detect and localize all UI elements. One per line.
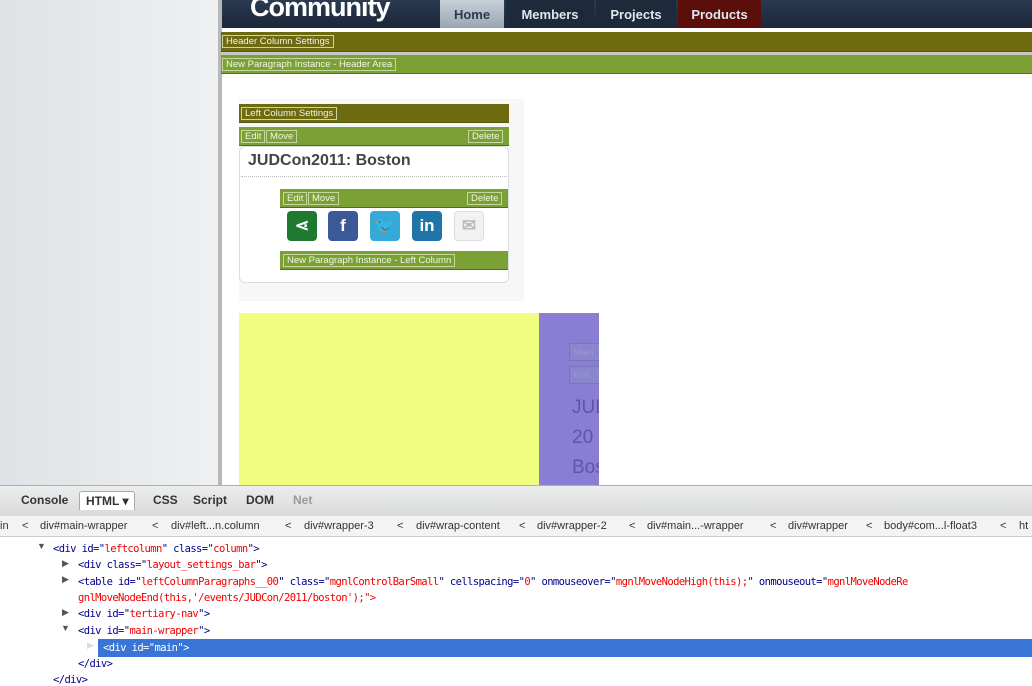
site-logo: Community [250,0,390,22]
delete-button[interactable]: Delete [468,130,504,143]
header-column-settings-button[interactable]: Header Column Settings [222,35,334,48]
nav-products[interactable]: Products [678,0,761,28]
breadcrumb-sep: < [152,520,159,532]
left-column-settings-button[interactable]: Left Column Settings [241,107,338,120]
tab-net[interactable]: Net [293,493,312,507]
tree-node-main[interactable]: <div id="main"> [103,642,189,654]
expand-toggle-icon[interactable]: ▼ [61,623,70,633]
tree-node-table[interactable]: <table id="leftColumnParagraphs__00" cla… [78,576,908,588]
breadcrumb-item[interactable]: div#wrapper [788,520,848,532]
social-delete-button[interactable]: Delete [467,192,503,205]
tree-close-tag: </div> [78,658,113,670]
breadcrumb-sep: < [1000,520,1007,532]
main-title-fragment: Bos [572,457,599,478]
breadcrumb-sep: < [866,520,873,532]
breadcrumb-item[interactable]: div#main...-wrapper [647,520,744,532]
move-button[interactable]: Move [266,130,298,143]
breadcrumb-item[interactable]: div#wrapper-3 [304,520,374,532]
tree-node-leftcolumn[interactable]: <div id="leftcolumn" class="column"> [53,543,260,555]
tab-dom[interactable]: DOM [246,493,274,507]
twitter-icon[interactable]: 🐦 [370,211,400,241]
tree-node-tertiary-nav[interactable]: <div id="tertiary-nav"> [78,608,210,620]
breadcrumb-item[interactable]: div#left...n.column [171,520,260,532]
linkedin-icon[interactable]: in [412,211,442,241]
breadcrumb-sep: < [22,520,29,532]
breadcrumb-item[interactable]: ht [1019,520,1028,532]
nav-projects[interactable]: Projects [596,0,676,28]
breadcrumb-sep: < [629,520,636,532]
highlight-main: Main Edit JUD 20 Bos [539,313,599,485]
tree-node-table-cont: gnlMoveNodeEnd(this,'/events/JUDCon/2011… [78,592,376,604]
breadcrumb-item[interactable]: div#main-wrapper [40,520,127,532]
page-title: JUDCon2011: Boston [248,152,411,169]
breadcrumb-sep: < [770,520,777,532]
highlight-leftcolumn [239,313,539,485]
main-settings-button[interactable]: Main [569,343,599,361]
new-paragraph-left-button[interactable]: New Paragraph Instance - Left Column [283,254,456,267]
breadcrumb: in < div#main-wrapper < div#left...n.col… [0,516,1032,537]
header-settings-bar [221,32,1032,52]
left-pane [0,0,218,485]
tab-console[interactable]: Console [21,493,68,507]
nav-home[interactable]: Home [440,0,504,28]
breadcrumb-item[interactable]: div#wrap-content [416,520,500,532]
breadcrumb-item[interactable]: in [0,520,9,532]
main-edit-button[interactable]: Edit [569,366,599,384]
collapse-toggle-icon[interactable]: ▶ [62,558,69,569]
collapse-toggle-icon[interactable]: ▶ [87,640,94,651]
social-move-button[interactable]: Move [308,192,340,205]
tree-node-settings-bar[interactable]: <div class="layout_settings_bar"> [78,559,267,571]
main-title-fragment: 20 [572,427,594,448]
devtools-toolbar: Console HTML ▾ CSS Script DOM Net [0,485,1032,516]
breadcrumb-item[interactable]: body#com...l-float3 [884,520,977,532]
share-icon[interactable]: ⋖ [287,211,317,241]
main-title-fragment: JUD [572,397,599,418]
collapse-toggle-icon[interactable]: ▶ [62,574,69,585]
email-icon[interactable]: ✉ [454,211,484,241]
nav-members[interactable]: Members [506,0,594,28]
tree-close-tag: </div> [53,674,88,686]
tab-css[interactable]: CSS [153,493,178,507]
social-edit-button[interactable]: Edit [283,192,308,205]
collapse-toggle-icon[interactable]: ▶ [62,607,69,618]
tree-node-main-wrapper[interactable]: <div id="main-wrapper"> [78,625,210,637]
selected-node-highlight [98,639,1032,657]
expand-toggle-icon[interactable]: ▼ [37,541,46,551]
facebook-icon[interactable]: f [328,211,358,241]
divider [241,176,507,177]
new-paragraph-header-button[interactable]: New Paragraph Instance - Header Area [222,58,397,71]
breadcrumb-item[interactable]: div#wrapper-2 [537,520,607,532]
edit-button[interactable]: Edit [241,130,266,143]
breadcrumb-sep: < [397,520,404,532]
tab-script[interactable]: Script [193,493,227,507]
breadcrumb-sep: < [519,520,526,532]
breadcrumb-sep: < [285,520,292,532]
tab-html[interactable]: HTML ▾ [79,491,136,510]
